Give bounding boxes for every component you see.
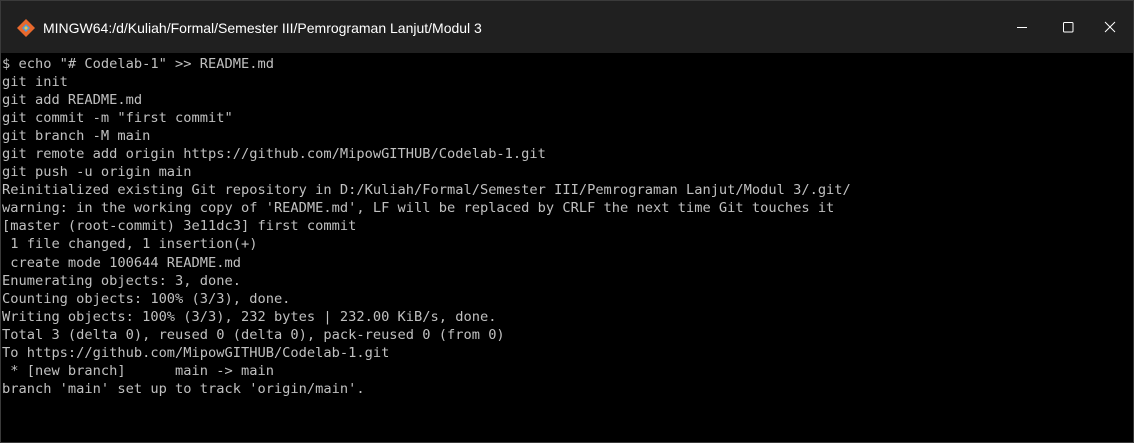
git-diamond-icon (17, 19, 35, 37)
terminal-line: git commit -m "first commit" (2, 110, 233, 127)
terminal-line: $ echo "# Codelab-1" >> README.md (2, 56, 274, 72)
close-button[interactable] (1087, 1, 1133, 53)
close-icon (1104, 21, 1116, 33)
title-bar[interactable]: MINGW64:/d/Kuliah/Formal/Semester III/Pe… (1, 1, 1133, 53)
terminal-line: branch 'main' set up to track 'origin/ma… (2, 380, 365, 397)
terminal-line: warning: in the working copy of 'README.… (2, 200, 835, 217)
maximize-icon (1063, 22, 1074, 33)
terminal-line: To https://github.com/MipowGITHUB/Codela… (2, 344, 390, 361)
terminal-line: * [new branch] main -> main (2, 362, 274, 379)
terminal-line: Writing objects: 100% (3/3), 232 bytes |… (2, 308, 497, 325)
terminal-line: Reinitialized existing Git repository in… (2, 182, 851, 199)
terminal-line: Counting objects: 100% (3/3), done. (2, 290, 291, 307)
terminal-line: git add README.md (2, 92, 143, 109)
terminal-line: git branch -M main (2, 128, 151, 145)
terminal-output[interactable]: $ echo "# Codelab-1" >> README.md git in… (1, 53, 1133, 442)
terminal-line: create mode 100644 README.md (2, 254, 241, 271)
terminal-line: git push -u origin main (2, 164, 192, 181)
terminal-line: Total 3 (delta 0), reused 0 (delta 0), p… (2, 326, 505, 343)
terminal-window: MINGW64:/d/Kuliah/Formal/Semester III/Pe… (0, 0, 1134, 443)
terminal-line: [master (root-commit) 3e11dc3] first com… (2, 218, 357, 235)
terminal-line: Enumerating objects: 3, done. (2, 272, 241, 289)
terminal-line: git remote add origin https://github.com… (2, 146, 546, 163)
minimize-icon (1017, 27, 1027, 28)
minimize-button[interactable] (999, 1, 1045, 53)
maximize-button[interactable] (1045, 1, 1091, 53)
window-title: MINGW64:/d/Kuliah/Formal/Semester III/Pe… (43, 20, 482, 36)
terminal-line: git init (2, 74, 68, 91)
terminal-line: 1 file changed, 1 insertion(+) (2, 236, 258, 253)
